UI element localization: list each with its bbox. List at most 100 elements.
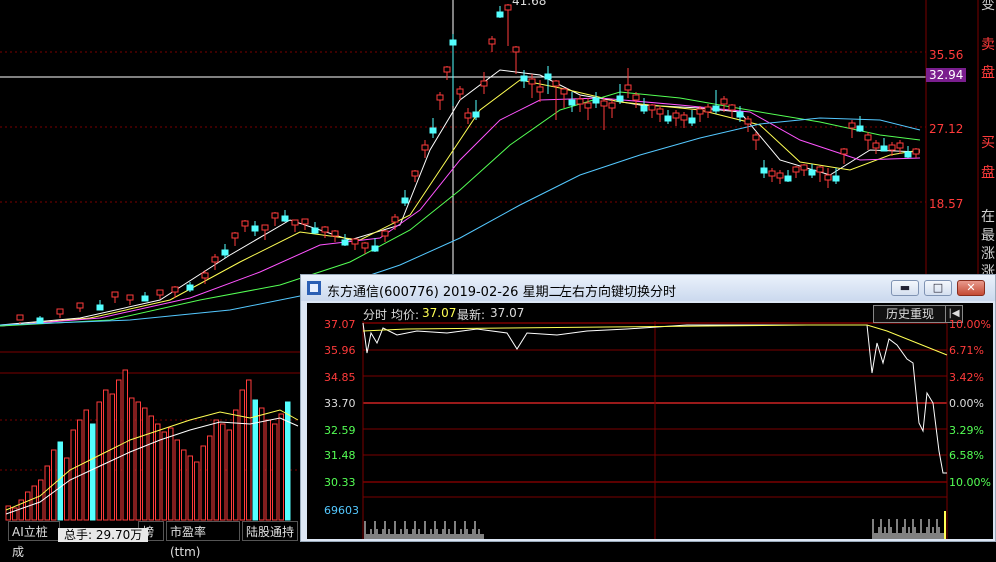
price-level: 37.07 (324, 318, 356, 331)
side-label: 在 (981, 209, 995, 225)
candle-body (816, 166, 824, 173)
candle-body (544, 73, 552, 80)
volume-bar (135, 401, 141, 521)
volume-bar (70, 429, 76, 521)
volume-bar (142, 407, 148, 521)
maximize-button[interactable]: □ (924, 280, 952, 296)
candle-body (480, 80, 488, 87)
candle-body (456, 88, 464, 95)
volume-bar (187, 455, 193, 521)
candle-body (904, 151, 912, 158)
pct-level: 3.29% (949, 424, 984, 437)
volume-bar (200, 445, 206, 521)
volume-bar (96, 401, 102, 521)
candle-body (912, 148, 920, 155)
history-replay-button[interactable]: 历史重现 (873, 305, 947, 323)
candle-body (331, 230, 339, 237)
volume-bar (44, 465, 50, 521)
candle-body (744, 118, 752, 125)
candle-body (776, 172, 784, 179)
candle-body (832, 175, 840, 182)
volume-bar (129, 397, 135, 521)
candle-body (752, 134, 760, 141)
candle-body (648, 104, 656, 111)
tab-ai[interactable]: AI立桩成 (8, 521, 60, 559)
intraday-popup-window[interactable]: 东方通信(600776) 2019-02-26 星期二 左右方向键切换分时 ▬ … (300, 274, 996, 542)
candle-body (552, 80, 560, 87)
pct-level: 0.00% (949, 397, 984, 410)
candle-body (680, 114, 688, 121)
side-label: 变 (981, 0, 995, 13)
candle-body (76, 302, 84, 309)
candle-body (592, 97, 600, 104)
candle-body (808, 169, 816, 176)
volume-bar (168, 427, 174, 521)
volume-bar (220, 423, 226, 521)
candle-body (186, 284, 194, 291)
candle-body (736, 111, 744, 118)
pct-level: 3.42% (949, 371, 984, 384)
peak-price-label: 41.68 (512, 0, 547, 8)
candle-body (840, 148, 848, 155)
side-label: 盘 (981, 65, 995, 81)
volume-bar (272, 423, 278, 521)
candle-body (311, 227, 319, 234)
candle-body (464, 112, 472, 119)
volume-bar (181, 449, 187, 521)
candle-body (449, 39, 457, 46)
price-level: 31.48 (324, 449, 356, 462)
candle-body (391, 216, 399, 223)
candle-body (664, 115, 672, 122)
price-axis-label: 27.12 (929, 122, 964, 136)
volume-bar (83, 409, 89, 521)
volume-bar (12, 507, 18, 521)
volume-bar (122, 369, 128, 521)
minimize-button[interactable]: ▬ (891, 280, 919, 296)
candle-body (381, 230, 389, 237)
volume-tooltip: 总手: 29.70万 (58, 528, 149, 542)
candle-body (792, 166, 800, 173)
candle-body (704, 106, 712, 113)
side-label: 盘 (981, 165, 995, 181)
candle-body (371, 245, 379, 252)
candle-body (251, 225, 259, 232)
price-axis-label: 35.56 (929, 48, 964, 62)
volume-bar (161, 431, 167, 521)
candle-body (672, 112, 680, 119)
volume-bar (109, 393, 115, 521)
tab-hk-connect[interactable]: 陆股通持 (242, 521, 298, 541)
volume-bar (259, 407, 265, 521)
popup-hint: 左右方向键切换分时 (559, 285, 677, 300)
volume-bar (265, 419, 271, 521)
price-level: 35.96 (324, 344, 356, 357)
volume-bar (239, 389, 245, 521)
candle-body (848, 122, 856, 129)
candle-body (728, 104, 736, 111)
volume-bar (57, 441, 63, 521)
candle-body (576, 98, 584, 105)
candle-body (512, 46, 520, 53)
candle-body (584, 102, 592, 109)
candle-body (496, 11, 504, 18)
intraday-chart[interactable] (307, 303, 993, 539)
volume-bar (252, 399, 258, 521)
candle-body (156, 289, 164, 296)
pct-level: 10.00% (949, 476, 991, 489)
candle-body (201, 272, 209, 279)
candle-body (720, 98, 728, 105)
candle-body (504, 4, 512, 11)
close-button[interactable]: ✕ (957, 280, 985, 296)
candle-body (880, 145, 888, 152)
popup-titlebar[interactable]: 东方通信(600776) 2019-02-26 星期二 左右方向键切换分时 ▬ … (301, 275, 995, 301)
candle-body (688, 117, 696, 124)
header-avg-label: 均价: (391, 308, 420, 322)
volume-bar (103, 389, 109, 521)
candle-body (271, 212, 279, 219)
candle-body (560, 88, 568, 95)
candle-body (608, 102, 616, 109)
candle-body (600, 100, 608, 107)
volume-bar (278, 413, 284, 521)
side-label: 最 (981, 228, 995, 244)
header-prefix: 分时 (363, 308, 388, 322)
tab-pe-ttm[interactable]: 市盈率(ttm) (166, 521, 240, 559)
